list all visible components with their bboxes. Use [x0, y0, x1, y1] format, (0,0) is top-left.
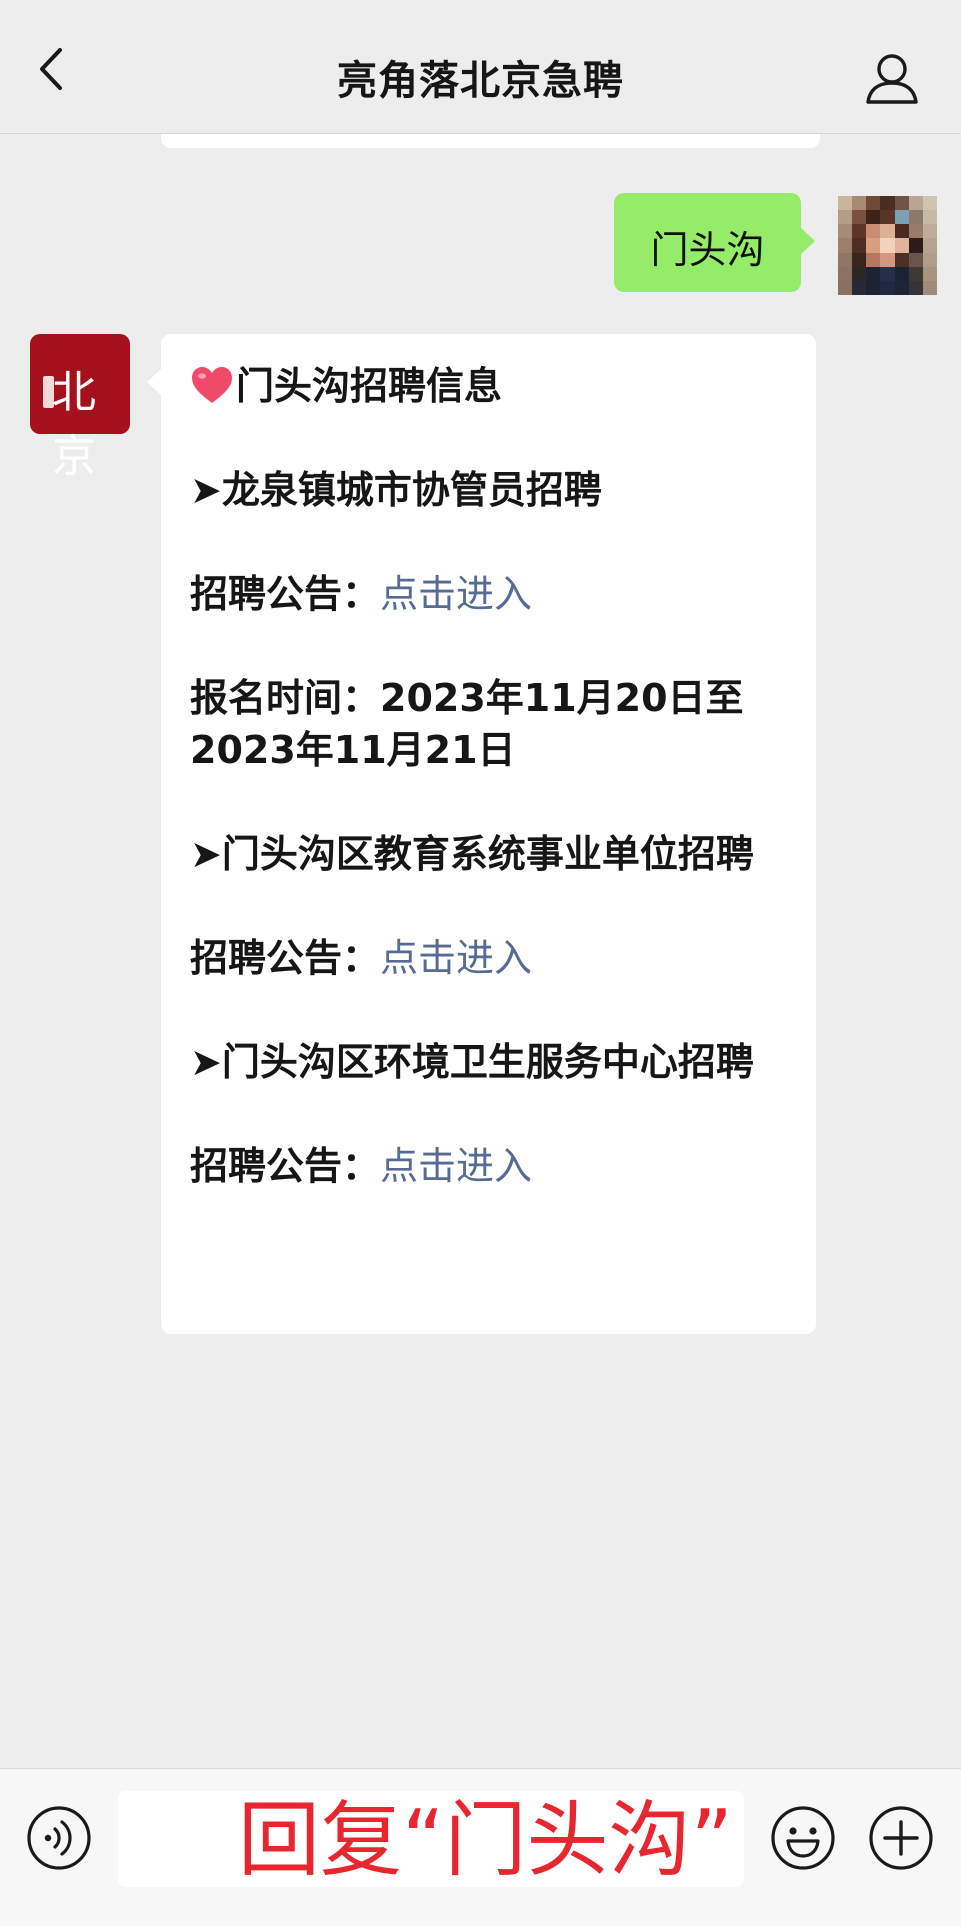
message-input[interactable]: 回复“门头沟” — [118, 1791, 744, 1887]
notice-link[interactable]: 点击进入 — [380, 936, 532, 980]
input-bar: 回复“门头沟” — [0, 1768, 961, 1926]
notice-link[interactable]: 点击进入 — [380, 1144, 532, 1188]
user-avatar[interactable] — [838, 196, 937, 295]
section-heading: ➤门头沟区教育系统事业单位招聘 — [190, 832, 754, 876]
message-title: 门头沟招聘信息 — [236, 364, 503, 408]
notice-label: 招聘公告： — [190, 572, 381, 616]
outgoing-message-bubble[interactable]: 门头沟 — [614, 193, 815, 292]
input-value: 回复“门头沟” — [238, 1793, 733, 1887]
previous-message-bubble — [161, 134, 820, 148]
navigation-bar: 亮角落北京急聘 — [0, 0, 961, 134]
plus-icon[interactable] — [868, 1805, 934, 1871]
chat-title: 亮角落北京急聘 — [337, 58, 624, 104]
outgoing-message-text: 门头沟 — [650, 228, 765, 272]
notice-line: 招聘公告：点击进入 — [190, 1140, 790, 1192]
notice-label: 招聘公告： — [190, 936, 381, 980]
official-account-avatar[interactable]: 北京 — [30, 334, 130, 482]
voice-icon[interactable] — [26, 1805, 92, 1871]
person-icon[interactable] — [864, 52, 920, 106]
emoji-icon[interactable] — [770, 1805, 836, 1871]
notice-line: 招聘公告：点击进入 — [190, 568, 790, 620]
message-body: 门头沟招聘信息 ➤龙泉镇城市协管员招聘 招聘公告：点击进入 报名时间：2023年… — [190, 360, 790, 1192]
heart-icon — [192, 367, 232, 403]
section-heading: ➤门头沟区环境卫生服务中心招聘 — [190, 1040, 754, 1084]
chat-message-list[interactable]: 门头沟 北京 门头沟招聘信息 ➤龙泉镇城市协管员招聘 招聘公告：点击进入 报名时… — [0, 134, 961, 1897]
signup-time: 报名时间：2023年11月20日至2023年11月21日 — [190, 676, 744, 772]
incoming-message-bubble[interactable]: 门头沟招聘信息 ➤龙泉镇城市协管员招聘 招聘公告：点击进入 报名时间：2023年… — [147, 334, 816, 1334]
logo-text: 北京 — [52, 367, 96, 482]
notice-link[interactable]: 点击进入 — [380, 572, 532, 616]
message-title-line: 门头沟招聘信息 — [190, 360, 790, 412]
section-heading: ➤龙泉镇城市协管员招聘 — [190, 468, 602, 512]
notice-line: 招聘公告：点击进入 — [190, 932, 790, 984]
notice-label: 招聘公告： — [190, 1144, 381, 1188]
